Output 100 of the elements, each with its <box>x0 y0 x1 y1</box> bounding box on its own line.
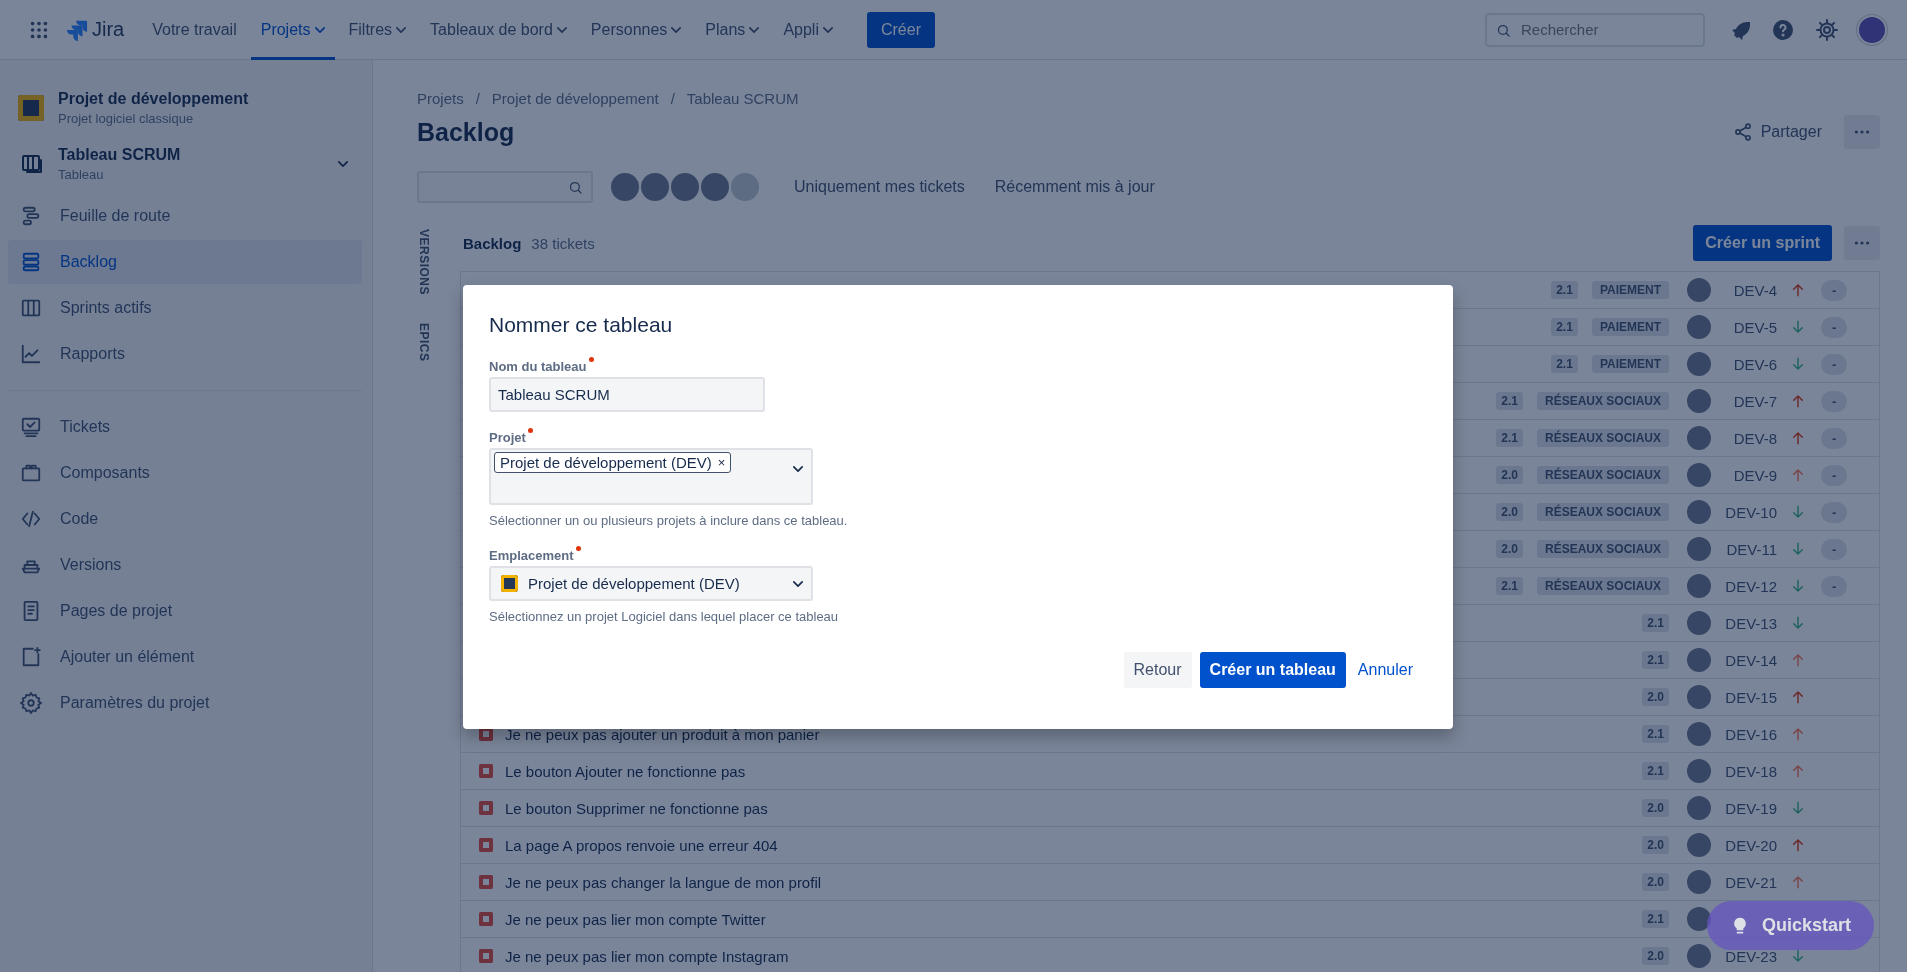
project-tag: Projet de développement (DEV) × <box>494 452 732 473</box>
sidebar-item[interactable]: Backlog <box>8 240 362 284</box>
settings-icon <box>20 692 42 714</box>
backlog-row[interactable]: Le bouton Ajouter ne fonctionne pas 2.1 DEV-18 <box>461 753 1879 790</box>
sidebar-item[interactable]: Pages de projet <box>8 589 362 633</box>
ticket-key[interactable]: DEV-8 <box>1733 429 1777 447</box>
status-pill[interactable]: - <box>1821 501 1848 523</box>
ticket-summary: Le bouton Supprimer ne fonctionne pas <box>505 799 768 817</box>
remove-tag-button[interactable]: × <box>717 455 726 470</box>
search-field[interactable]: Rechercher <box>1485 12 1705 47</box>
project-name: Projet de développement <box>58 90 249 108</box>
breadcrumb-link[interactable]: Tableau SCRUM <box>686 90 799 107</box>
nav-menu-item[interactable]: Tableaux de bord <box>420 0 577 60</box>
ticket-key[interactable]: DEV-7 <box>1733 392 1777 410</box>
back-button[interactable]: Retour <box>1123 652 1192 688</box>
ticket-key[interactable]: DEV-6 <box>1733 355 1777 373</box>
cancel-link[interactable]: Annuler <box>1353 652 1427 688</box>
share-icon <box>1732 122 1753 142</box>
ticket-key[interactable]: DEV-21 <box>1725 873 1777 891</box>
status-pill[interactable]: - <box>1821 316 1848 338</box>
user-avatar[interactable] <box>1857 14 1887 45</box>
assignee-avatar <box>1685 461 1713 489</box>
side-panel-tab[interactable]: VERSIONS <box>417 229 431 295</box>
version-tag: 2.0 <box>1642 873 1669 891</box>
ticket-key[interactable]: DEV-11 <box>1726 540 1777 558</box>
status-pill[interactable]: - <box>1821 575 1848 597</box>
status-pill[interactable]: - <box>1821 279 1848 301</box>
sidebar-item[interactable]: Rapports <box>8 332 362 376</box>
sidebar-item[interactable]: Ajouter un élément <box>8 635 362 679</box>
more-icon <box>1854 241 1870 245</box>
nav-menu-item[interactable]: Votre travail <box>142 0 247 60</box>
bug-icon <box>479 949 493 963</box>
backlog-row[interactable]: Le bouton Supprimer ne fonctionne pas 2.0 DEV-19 <box>461 790 1879 827</box>
breadcrumb-link[interactable]: Projets <box>417 90 464 107</box>
breadcrumb-link[interactable]: Projet de développement <box>491 90 659 107</box>
ticket-summary: Je ne peux pas lier mon compte Instagram <box>505 947 789 965</box>
backlog-row[interactable]: Je ne peux pas changer la langue de mon profil 2.0 DEV-21 <box>461 864 1879 901</box>
status-pill[interactable]: - <box>1821 353 1848 375</box>
project-icon <box>501 575 518 592</box>
sidebar-item[interactable]: Feuille de route <box>8 194 362 238</box>
nav-menu-item[interactable]: Personnes <box>580 0 692 60</box>
jira-logo[interactable]: Jira <box>66 18 125 41</box>
board-name-field[interactable]: Tableau SCRUM <box>489 377 765 412</box>
project-select[interactable]: Projet de développement (DEV) × <box>489 448 813 505</box>
nav-menu-item[interactable]: Filtres <box>338 0 417 60</box>
ticket-key[interactable]: DEV-16 <box>1725 725 1777 743</box>
version-tag: 2.0 <box>1496 540 1523 558</box>
assignee-avatar <box>1685 276 1713 304</box>
version-tag: 2.0 <box>1642 947 1669 965</box>
ticket-key[interactable]: DEV-20 <box>1725 836 1777 854</box>
version-tag: 2.1 <box>1551 355 1578 373</box>
sidebar-item[interactable]: Versions <box>8 543 362 587</box>
status-pill[interactable]: - <box>1821 427 1848 449</box>
dialog-title: Nommer ce tableau <box>489 313 674 337</box>
ticket-key[interactable]: DEV-14 <box>1725 651 1777 669</box>
ticket-key[interactable]: DEV-5 <box>1733 318 1777 336</box>
ticket-key[interactable]: DEV-23 <box>1725 947 1777 965</box>
quickstart-button[interactable]: Quickstart <box>1707 901 1874 950</box>
search-field[interactable] <box>417 171 593 203</box>
quick-filter[interactable]: Uniquement mes tickets <box>779 172 980 202</box>
sidebar-item[interactable]: Sprints actifs <box>8 286 362 330</box>
sidebar-item[interactable]: Paramètres du projet <box>8 681 362 725</box>
chevron-down-icon <box>338 161 348 167</box>
board-switcher[interactable]: Tableau SCRUM Tableau <box>8 146 362 182</box>
ticket-key[interactable]: DEV-15 <box>1725 688 1777 706</box>
more-actions-button[interactable] <box>1844 226 1880 260</box>
assignee-avatar <box>1685 313 1713 341</box>
assignee-avatar <box>1685 572 1713 600</box>
create-button[interactable]: Créer <box>866 11 935 48</box>
sidebar-item[interactable]: Code <box>8 497 362 541</box>
backlog-row[interactable]: La page A propos renvoie une erreur 404 2.0 DEV-20 <box>461 827 1879 864</box>
sidebar-item[interactable]: Tickets <box>8 405 362 449</box>
ticket-key[interactable]: DEV-12 <box>1725 577 1777 595</box>
epic-tag: RÉSEAUX SOCIAUX <box>1536 429 1669 447</box>
side-panel-tab[interactable]: EPICS <box>417 323 431 362</box>
create-sprint-button[interactable]: Créer un sprint <box>1693 225 1832 261</box>
create-board-button[interactable]: Créer un tableau <box>1199 652 1346 688</box>
project-icon <box>18 95 44 121</box>
ticket-key[interactable]: DEV-10 <box>1725 503 1777 521</box>
more-actions-button[interactable] <box>1844 115 1880 149</box>
assignee-avatar <box>1685 387 1713 415</box>
status-pill[interactable]: - <box>1821 538 1848 560</box>
ticket-key[interactable]: DEV-4 <box>1733 281 1777 299</box>
ticket-key[interactable]: DEV-19 <box>1725 799 1777 817</box>
status-pill[interactable]: - <box>1821 390 1848 412</box>
share-button[interactable]: Partager <box>1722 116 1832 148</box>
page-title: Backlog <box>417 117 515 147</box>
epic-tag: RÉSEAUX SOCIAUX <box>1536 540 1669 558</box>
field-label: Nom du tableau <box>489 359 587 374</box>
nav-menu-item[interactable]: Plans <box>695 0 770 60</box>
ticket-key[interactable]: DEV-18 <box>1725 762 1777 780</box>
quick-filter[interactable]: Récemment mis à jour <box>979 172 1170 202</box>
field-label: Projet <box>489 430 526 445</box>
sidebar-item[interactable]: Composants <box>8 451 362 495</box>
status-pill[interactable]: - <box>1821 464 1848 486</box>
location-select[interactable]: Projet de développement (DEV) <box>489 566 813 601</box>
nav-menu-item[interactable]: Appli <box>773 0 843 60</box>
ticket-key[interactable]: DEV-13 <box>1725 614 1777 632</box>
roadmap-icon <box>20 205 42 227</box>
ticket-key[interactable]: DEV-9 <box>1733 466 1777 484</box>
